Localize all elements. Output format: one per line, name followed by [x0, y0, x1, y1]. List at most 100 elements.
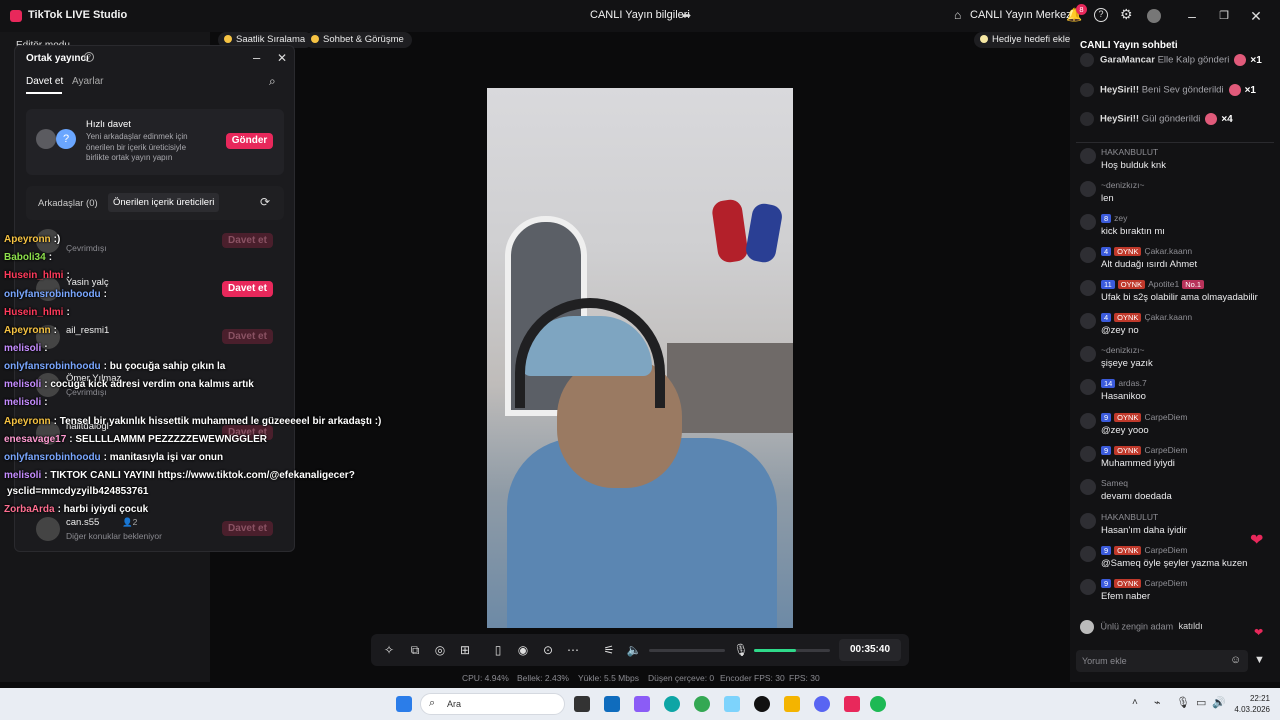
rank-badge: No.1 — [1182, 280, 1205, 289]
obs-icon[interactable] — [754, 696, 770, 712]
chat-message: HAKANBULUT Hoş bulduk knk — [1080, 147, 1276, 177]
record-icon[interactable]: ◉ — [515, 642, 531, 658]
caption-icon[interactable]: ⧉ — [407, 642, 423, 658]
display-icon[interactable]: ▭ — [1196, 696, 1206, 709]
chat-user[interactable]: Apotite1 — [1148, 279, 1179, 289]
ai-effect-icon[interactable]: ◎ — [432, 642, 448, 658]
tab-settings[interactable]: Ayarlar — [72, 76, 104, 87]
outlook-icon[interactable] — [604, 696, 620, 712]
help-icon[interactable]: ? — [1094, 8, 1108, 22]
share-icon[interactable]: ➦ — [682, 9, 691, 22]
gift-goal-label: Hediye hedefi ekle — [992, 34, 1071, 45]
chat-message: 11 OYNK Apotite1 No.1 Ufak bi s2ş olabilir a… — [1080, 279, 1276, 309]
chat-user[interactable]: Sameq — [1101, 478, 1128, 488]
emoji-icon[interactable]: ☺ — [1230, 654, 1241, 666]
overlay-chat-text: : — [48, 252, 53, 263]
discord-icon[interactable] — [814, 696, 830, 712]
add-source-icon[interactable]: ⊞ — [457, 642, 473, 658]
settings-app-icon[interactable] — [724, 696, 740, 712]
avatar — [1080, 379, 1096, 395]
home-icon[interactable]: ⌂ — [954, 8, 961, 22]
chat-user[interactable]: Çakar.kaann — [1144, 312, 1192, 322]
live-info-title[interactable]: CANLI Yayın bilgileri — [590, 9, 690, 21]
chat-icon — [311, 35, 319, 43]
chat-user[interactable]: zey — [1114, 213, 1127, 223]
live-timer: 00:35:40 — [839, 639, 901, 661]
chat-user[interactable]: CarpeDiem — [1144, 412, 1187, 422]
profile-avatar[interactable] — [1147, 9, 1161, 23]
chat-text: @zey yooo — [1101, 425, 1149, 436]
chat-user[interactable]: HAKANBULUT — [1101, 147, 1158, 157]
network-icon[interactable]: ⌁ — [1154, 696, 1161, 709]
portrait-icon[interactable]: ▯ — [490, 642, 506, 658]
refresh-icon[interactable]: ⟳ — [260, 195, 270, 209]
chat-user[interactable]: CarpeDiem — [1144, 545, 1187, 555]
edge-icon[interactable] — [664, 696, 680, 712]
cpu-status: CPU: 4.94% — [462, 673, 509, 683]
mic-slider[interactable] — [754, 649, 830, 652]
suggested-creators-tab[interactable]: Önerilen içerik üreticileri — [108, 193, 220, 212]
overlay-chat-text: : bu çocuğa sahip çıkın la — [103, 361, 226, 372]
user-status: Diğer konuklar bekleniyor — [66, 531, 162, 541]
avatar — [1080, 446, 1096, 462]
chat-header: 9 OYNK CarpeDiem — [1101, 545, 1187, 555]
settings-gear-icon[interactable]: ⚙ — [1120, 6, 1133, 23]
volume-tray-icon[interactable]: 🔊 — [1212, 696, 1226, 709]
minimize-icon[interactable]: – — [1182, 6, 1202, 26]
tab-invite[interactable]: Davet et — [26, 76, 63, 87]
adjust-sliders-icon[interactable]: ⚟ — [601, 642, 617, 658]
chat-header: Sameq — [1101, 478, 1128, 488]
system-clock[interactable]: 22:21 4.03.2026 — [1234, 693, 1270, 715]
chat-user[interactable]: ardas.7 — [1118, 378, 1146, 388]
file-explorer-icon[interactable] — [784, 696, 800, 712]
chat-message: 4 OYNK Çakar.kaann Alt dudağı ısırdı Ahmet — [1080, 246, 1276, 276]
avatar — [1080, 83, 1094, 97]
lightbulb-icon — [980, 35, 988, 43]
overlay-chat-text: : — [66, 307, 70, 318]
friends-tab[interactable]: Arkadaşlar (0) — [38, 198, 98, 209]
fan-badge: OYNK — [1114, 413, 1142, 422]
copilot-icon[interactable] — [634, 696, 650, 712]
chat-user[interactable]: ~denizkızı~ — [1101, 345, 1144, 355]
chat-text: kick bıraktın mı — [1101, 226, 1165, 237]
overlay-chat-line: ysclid=mmcdyzyilb424853761 — [4, 486, 148, 497]
fan-badge: OYNK — [1114, 446, 1142, 455]
invite-button[interactable]: Davet et — [222, 521, 273, 536]
comment-input[interactable]: Yorum ekle ☺ — [1076, 650, 1248, 672]
info-icon[interactable]: ? — [84, 52, 94, 62]
speaker-icon[interactable]: 🔈 — [626, 642, 642, 658]
more-icon[interactable]: ⋯ — [565, 642, 581, 658]
close-popup-icon[interactable]: ✕ — [277, 51, 287, 65]
spotify-icon[interactable] — [870, 696, 886, 712]
chat-header: 9 OYNK CarpeDiem — [1101, 578, 1187, 588]
search-icon[interactable]: ⌕ — [269, 74, 276, 89]
gift-count: ×1 — [1250, 54, 1262, 66]
microphone-icon[interactable]: 🎙 — [733, 642, 749, 658]
magic-wand-icon[interactable]: ✧ — [381, 642, 397, 658]
minimize-popup-icon[interactable]: – — [253, 50, 260, 65]
gift-goal-button[interactable]: Hediye hedefi ekle — [974, 32, 1079, 48]
live-center-link[interactable]: CANLI Yayın Merkezi — [970, 9, 1074, 21]
chat-user[interactable]: ~denizkızı~ — [1101, 180, 1144, 190]
tray-chevron-icon[interactable]: ˄ — [1132, 697, 1138, 708]
chat-user[interactable]: Çakar.kaann — [1144, 246, 1192, 256]
send-button[interactable]: Gönder — [226, 133, 273, 149]
overlay-chat-line: melisoli: TIKTOK CANLI YAYINI https://ww… — [4, 470, 355, 481]
focus-icon[interactable]: ⊙ — [540, 642, 556, 658]
volume-slider[interactable] — [649, 649, 725, 652]
mic-tray-icon[interactable]: 🎙 — [1176, 696, 1190, 709]
windows-start-icon[interactable] — [396, 696, 412, 712]
chat-user[interactable]: CarpeDiem — [1144, 445, 1187, 455]
taskbar-search[interactable]: ⌕ Ara — [420, 693, 565, 715]
filter-icon[interactable]: ▼ — [1254, 654, 1265, 666]
maximize-icon[interactable]: ❐ — [1214, 6, 1234, 26]
task-view-icon[interactable] — [574, 696, 590, 712]
chrome-icon[interactable] — [694, 696, 710, 712]
chat-user[interactable]: CarpeDiem — [1144, 578, 1187, 588]
chat-user[interactable]: HAKANBULUT — [1101, 512, 1158, 522]
tiktok-live-icon[interactable] — [844, 696, 860, 712]
chat-text: şişeye yazık — [1101, 358, 1153, 369]
chat-call-pill[interactable]: Sohbet & Görüşme — [305, 32, 412, 48]
close-icon[interactable]: ✕ — [1246, 6, 1266, 26]
overlay-chat-text: : — [44, 343, 48, 354]
